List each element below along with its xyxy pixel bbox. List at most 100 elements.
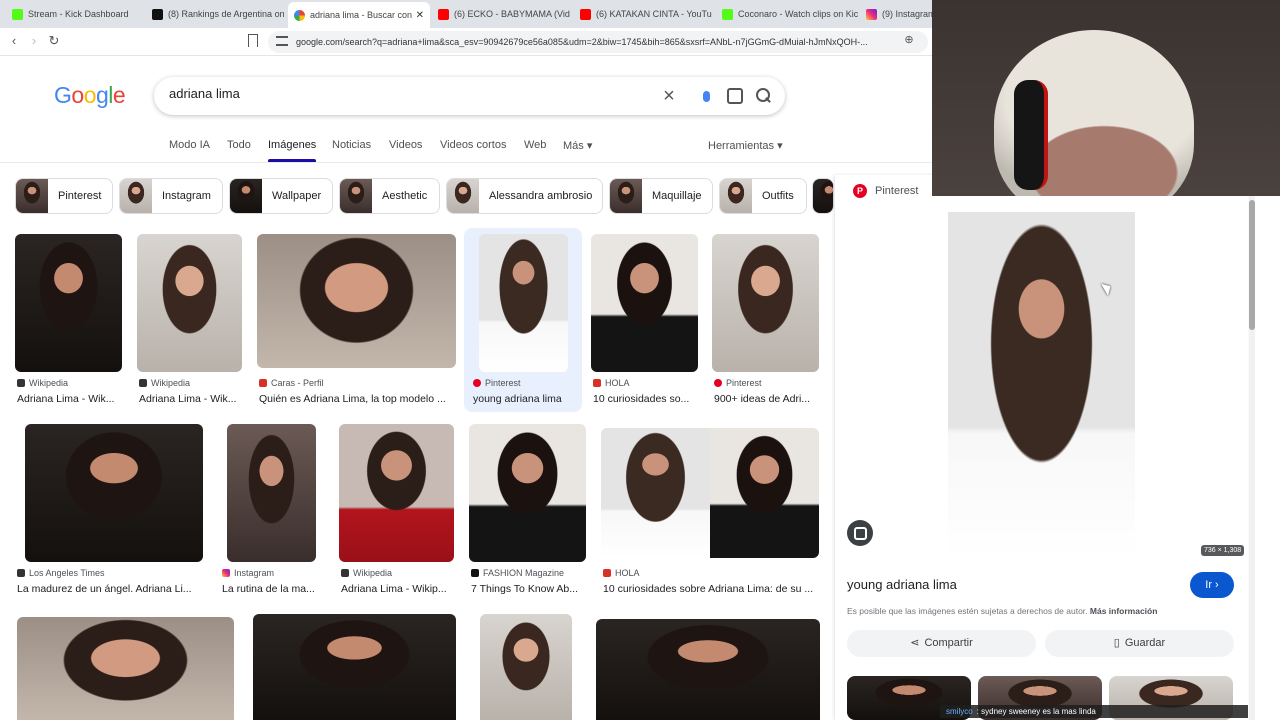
- result-image[interactable]: [591, 234, 698, 372]
- browser-tab[interactable]: (9) Instagram: [860, 3, 932, 25]
- result-source[interactable]: Wikipedia: [17, 378, 68, 388]
- result-image[interactable]: [227, 424, 316, 562]
- go-to-site-button[interactable]: Ir ›: [1190, 572, 1234, 598]
- preview-source[interactable]: P Pinterest: [853, 184, 918, 198]
- search-icon[interactable]: [754, 86, 774, 106]
- result-source[interactable]: FASHION Magazine: [471, 568, 564, 578]
- browser-tab[interactable]: Stream - Kick Dashboard: [6, 3, 144, 25]
- preview-image[interactable]: [948, 212, 1135, 558]
- image-result-selected[interactable]: Pinterest young adriana lima: [464, 228, 582, 412]
- image-result[interactable]: [253, 614, 456, 720]
- tab-noticias[interactable]: Noticias: [332, 139, 371, 151]
- result-image[interactable]: [137, 234, 242, 372]
- back-button[interactable]: ‹: [5, 33, 23, 48]
- panel-scrollbar-thumb[interactable]: [1249, 200, 1255, 330]
- mic-icon[interactable]: [696, 86, 716, 106]
- tab-videos-cortos[interactable]: Videos cortos: [440, 139, 506, 151]
- image-result[interactable]: Instagram La rutina de la ma...: [220, 424, 320, 596]
- result-source[interactable]: HOLA: [593, 378, 630, 388]
- url-field[interactable]: google.com/search?q=adriana+lima&sca_esv…: [268, 31, 928, 53]
- result-source[interactable]: HOLA: [603, 568, 640, 578]
- image-result[interactable]: Wikipedia Adriana Lima - Wik...: [15, 234, 123, 406]
- lens-icon[interactable]: [725, 86, 745, 106]
- result-title[interactable]: 10 curiosidades sobre Adriana Lima: de s…: [603, 583, 820, 595]
- chip-wallpaper[interactable]: Wallpaper: [229, 178, 333, 214]
- tab-web[interactable]: Web: [524, 139, 546, 151]
- image-result[interactable]: Caras - Perfil Quién es Adriana Lima, la…: [257, 234, 457, 406]
- result-title[interactable]: Adriana Lima - Wikip...: [341, 583, 455, 595]
- result-image[interactable]: [25, 424, 203, 562]
- bookmark-icon[interactable]: [248, 34, 258, 47]
- image-result[interactable]: [17, 617, 234, 720]
- browser-tab-active[interactable]: adriana lima - Buscar con ✕: [288, 2, 430, 28]
- share-button[interactable]: ⋖ Compartir: [847, 630, 1036, 657]
- chip-alessandra-ambrosio[interactable]: Alessandra ambrosio: [446, 178, 603, 214]
- chip-pinterest[interactable]: Pinterest: [15, 178, 113, 214]
- result-image[interactable]: [339, 424, 454, 562]
- image-result[interactable]: Pinterest 900+ ideas de Adri...: [712, 234, 820, 406]
- forward-button[interactable]: ›: [25, 33, 43, 48]
- image-result[interactable]: [596, 619, 820, 720]
- result-source[interactable]: Caras - Perfil: [259, 378, 324, 388]
- result-image[interactable]: [253, 614, 456, 720]
- image-result[interactable]: HOLA 10 curiosidades sobre Adriana Lima:…: [601, 428, 820, 596]
- more-info-link[interactable]: Más información: [1090, 606, 1158, 616]
- image-result[interactable]: Los Angeles Times La madurez de un ángel…: [15, 424, 205, 596]
- save-button[interactable]: ▯ Guardar: [1045, 630, 1234, 657]
- result-image[interactable]: [17, 617, 234, 720]
- result-source[interactable]: Pinterest: [473, 378, 521, 388]
- result-source[interactable]: Instagram: [222, 568, 274, 578]
- tab-imagenes[interactable]: Imágenes: [268, 139, 317, 162]
- site-settings-icon[interactable]: [276, 36, 288, 46]
- tab-modo-ia[interactable]: Modo IA: [169, 139, 210, 151]
- result-title[interactable]: 7 Things To Know Ab...: [471, 583, 587, 595]
- close-tab-icon[interactable]: ✕: [416, 10, 424, 21]
- result-image[interactable]: [469, 424, 586, 562]
- search-input[interactable]: [169, 86, 649, 101]
- browser-tab[interactable]: Coconaro - Watch clips on Kick: [716, 3, 858, 25]
- result-source[interactable]: Wikipedia: [341, 568, 392, 578]
- browser-tab[interactable]: (6) KATAKAN CINTA - YouTube: [574, 3, 712, 25]
- tab-label: Stream - Kick Dashboard: [28, 9, 129, 19]
- tab-todo[interactable]: Todo: [227, 139, 251, 151]
- chip-aesthetic[interactable]: Aesthetic: [339, 178, 440, 214]
- result-image[interactable]: [596, 619, 820, 720]
- result-source[interactable]: Wikipedia: [139, 378, 190, 388]
- result-image[interactable]: [15, 234, 122, 372]
- result-title[interactable]: Adriana Lima - Wik...: [17, 393, 123, 405]
- google-logo[interactable]: Google: [54, 82, 126, 109]
- image-result[interactable]: [480, 614, 573, 720]
- tools-button[interactable]: Herramientas ▾: [708, 139, 783, 152]
- result-title[interactable]: 900+ ideas de Adri...: [714, 393, 820, 405]
- result-title[interactable]: La rutina de la ma...: [222, 583, 320, 595]
- chip-instagram[interactable]: Instagram: [119, 178, 223, 214]
- image-result[interactable]: FASHION Magazine 7 Things To Know Ab...: [469, 424, 587, 596]
- image-result[interactable]: Wikipedia Adriana Lima - Wik...: [137, 234, 243, 406]
- chip-overflow[interactable]: [812, 178, 834, 214]
- result-title[interactable]: young adriana lima: [473, 393, 577, 405]
- result-image[interactable]: [257, 234, 456, 368]
- result-title[interactable]: Adriana Lima - Wik...: [139, 393, 243, 405]
- chip-maquillaje[interactable]: Maquillaje: [609, 178, 713, 214]
- preview-title[interactable]: young adriana lima: [847, 577, 957, 592]
- chip-outfits[interactable]: Outfits: [719, 178, 807, 214]
- result-title[interactable]: La madurez de un ángel. Adriana Li...: [17, 583, 205, 595]
- tab-mas[interactable]: Más ▾: [563, 139, 592, 152]
- clear-search-icon[interactable]: ×: [659, 86, 679, 106]
- result-image[interactable]: [712, 234, 819, 372]
- image-result[interactable]: Wikipedia Adriana Lima - Wikip...: [339, 424, 455, 596]
- result-source[interactable]: Pinterest: [714, 378, 762, 388]
- result-image[interactable]: [480, 614, 572, 720]
- image-result[interactable]: HOLA 10 curiosidades so...: [591, 234, 699, 406]
- result-image[interactable]: [479, 234, 568, 372]
- browser-tab[interactable]: (6) ECKO - BABYMAMA (Video: [432, 3, 570, 25]
- tab-videos[interactable]: Videos: [389, 139, 422, 151]
- reload-button[interactable]: ↻: [45, 33, 63, 49]
- result-title[interactable]: Quién es Adriana Lima, la top modelo ...: [259, 393, 455, 405]
- result-title[interactable]: 10 curiosidades so...: [593, 393, 699, 405]
- zoom-icon[interactable]: ⊕: [900, 33, 918, 46]
- browser-tab[interactable]: (8) Rankings de Argentina on X: [146, 3, 284, 25]
- result-source[interactable]: Los Angeles Times: [17, 568, 105, 578]
- result-image[interactable]: [601, 428, 819, 558]
- lens-search-icon[interactable]: [847, 520, 873, 546]
